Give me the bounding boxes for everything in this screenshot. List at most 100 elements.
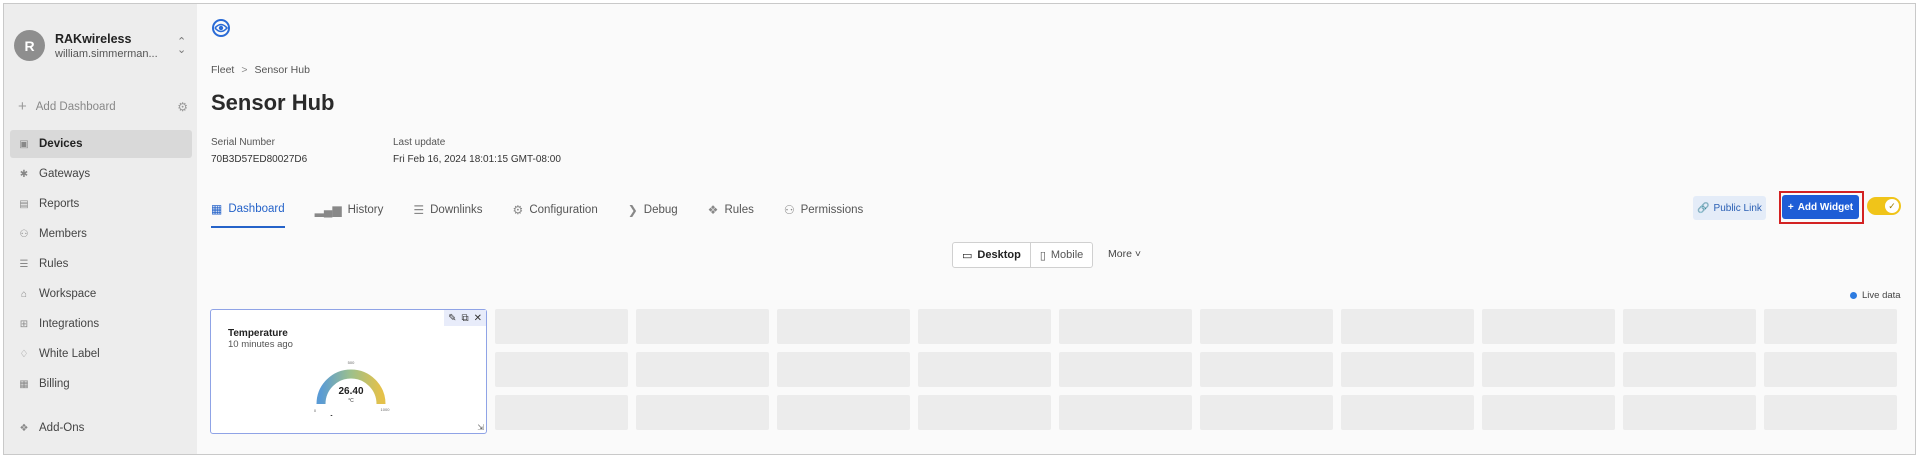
tab-label: Permissions: [800, 204, 864, 216]
bar-chart-icon: ▂▄▆: [314, 203, 342, 217]
sliders-icon: ☰: [413, 203, 425, 217]
widget-placeholder: [777, 352, 910, 387]
page-title: Sensor Hub: [211, 90, 335, 115]
public-link-label: Public Link: [1713, 202, 1762, 214]
sidebar-item-devices[interactable]: ▣ Devices: [10, 130, 192, 158]
widget-placeholder: [1341, 395, 1474, 430]
sidebar-item-integrations[interactable]: ⊞ Integrations: [10, 310, 192, 338]
live-data-indicator: Live data: [1850, 290, 1901, 301]
tab-downlinks[interactable]: ☰ Downlinks: [413, 192, 482, 228]
gauge-unit: °C: [348, 398, 354, 404]
last-update-label: Last update: [393, 137, 446, 148]
tab-label: Configuration: [529, 204, 598, 216]
chevron-updown-icon[interactable]: ⌃ ⌄: [177, 36, 186, 55]
tag-icon: ♢: [19, 348, 29, 360]
sidebar-item-label: Workspace: [39, 288, 97, 300]
sidebar-item-reports[interactable]: ▤ Reports: [10, 190, 192, 218]
add-dashboard-button[interactable]: + Add Dashboard ⚙: [18, 98, 188, 115]
widget-placeholder: [777, 395, 910, 430]
resize-handle-icon[interactable]: ⇲: [477, 423, 484, 432]
more-label: More: [1108, 248, 1132, 260]
breadcrumb-current: Sensor Hub: [254, 64, 310, 76]
sidebar-item-billing[interactable]: ▦ Billing: [10, 370, 192, 398]
tab-rules[interactable]: ❖ Rules: [708, 192, 754, 228]
add-widget-label: Add Widget: [1797, 201, 1854, 213]
plus-icon: +: [18, 98, 27, 115]
app-window: R RAKwireless william.simmerman... ⌃ ⌄ + …: [3, 3, 1916, 455]
temperature-gauge: 26.40 °C 500 0 1000: [314, 360, 390, 416]
sidebar-item-members[interactable]: ⚇ Members: [10, 220, 192, 248]
users-icon: ⚇: [783, 203, 795, 217]
home-icon: ⌂: [20, 288, 28, 300]
temperature-widget[interactable]: ✎ ⧉ ✕ Temperature 10 minutes ago 26.40 °…: [210, 309, 487, 434]
widget-placeholder: [1764, 309, 1897, 344]
widget-placeholder: [918, 352, 1051, 387]
gauge-value: 26.40: [338, 386, 363, 397]
serial-number-label: Serial Number: [211, 137, 275, 148]
widget-placeholder: [1623, 309, 1756, 344]
widget-placeholder: [1200, 395, 1333, 430]
sidebar: R RAKwireless william.simmerman... ⌃ ⌄ + …: [4, 4, 197, 454]
breadcrumb: Fleet > Sensor Hub: [211, 64, 310, 76]
tab-history[interactable]: ▂▄▆ History: [315, 192, 384, 228]
sidebar-item-gateways[interactable]: ✱ Gateways: [10, 160, 192, 188]
tab-bar: ▦ Dashboard ▂▄▆ History ☰ Downlinks ⚙ Config…: [211, 192, 893, 228]
tab-permissions[interactable]: ⚇ Permissions: [784, 192, 863, 228]
org-email: william.simmerman...: [55, 47, 158, 60]
sidebar-item-white-label[interactable]: ♢ White Label: [10, 340, 192, 368]
sidebar-item-add-ons[interactable]: ❖ Add-Ons: [10, 414, 192, 442]
widget-placeholder: [918, 395, 1051, 430]
rss-icon: ❯: [627, 203, 638, 217]
edit-icon[interactable]: ✎: [448, 313, 456, 324]
mobile-view-button[interactable]: ▯ Mobile: [1031, 243, 1092, 267]
link-icon: 🔗: [1697, 202, 1710, 214]
desktop-label: Desktop: [977, 249, 1021, 261]
breadcrumb-fleet[interactable]: Fleet: [211, 64, 234, 76]
tab-label: Dashboard: [228, 203, 285, 215]
serial-number-value: 70B3D57ED80027D6: [211, 154, 308, 165]
sidebar-item-rules[interactable]: ☰ Rules: [10, 250, 192, 278]
table-icon: ▦: [211, 202, 223, 216]
gauge-mid-label: 500: [348, 360, 355, 365]
sidebar-item-workspace[interactable]: ⌂ Workspace: [10, 280, 192, 308]
desktop-view-button[interactable]: ▭ Desktop: [953, 243, 1031, 267]
tab-debug[interactable]: ❯ Debug: [628, 192, 678, 228]
sidebar-item-label: Devices: [39, 138, 83, 150]
sidebar-item-label: Integrations: [39, 318, 100, 330]
copy-icon[interactable]: ⧉: [461, 313, 468, 324]
public-link-button[interactable]: 🔗 Public Link: [1693, 196, 1766, 220]
gear-icon[interactable]: ⚙: [177, 100, 188, 114]
widget-placeholder: [1341, 309, 1474, 344]
widget-placeholder: [1059, 352, 1192, 387]
tab-configuration[interactable]: ⚙ Configuration: [513, 192, 598, 228]
widget-placeholder: [1623, 395, 1756, 430]
live-dot-icon: [1850, 292, 1857, 299]
sidebar-item-label: Members: [39, 228, 87, 240]
main-content: Fleet > Sensor Hub Sensor Hub Serial Num…: [197, 4, 1915, 454]
tab-dashboard[interactable]: ▦ Dashboard: [211, 192, 285, 228]
phone-icon: ▯: [1039, 249, 1046, 262]
report-icon: ▤: [19, 198, 29, 210]
last-update-value: Fri Feb 16, 2024 18:01:15 GMT-08:00: [393, 154, 561, 165]
add-widget-button[interactable]: + Add Widget: [1782, 195, 1859, 219]
widget-placeholder: [1764, 352, 1897, 387]
monitor-icon: ▭: [962, 249, 973, 262]
sidebar-item-label: Reports: [39, 198, 80, 210]
widget-placeholder: [636, 395, 769, 430]
widget-placeholder: [1764, 395, 1897, 430]
more-menu-button[interactable]: More ˅: [1108, 248, 1141, 260]
widget-placeholder: [918, 309, 1051, 344]
gateway-icon: ✱: [19, 168, 29, 180]
widget-placeholder: [1200, 309, 1333, 344]
sidebar-item-label: Gateways: [39, 168, 91, 180]
widget-placeholder: [1482, 352, 1615, 387]
gauge-min-label: 0: [314, 408, 317, 413]
close-icon[interactable]: ✕: [474, 313, 482, 324]
edit-mode-toggle[interactable]: ✓: [1867, 197, 1901, 215]
widget-placeholder: [1482, 309, 1615, 344]
gear-icon: ⚙: [512, 203, 524, 217]
org-switcher[interactable]: R RAKwireless william.simmerman... ⌃ ⌄: [14, 30, 190, 61]
widget-placeholder: [495, 309, 628, 344]
avatar: R: [14, 30, 45, 61]
widget-placeholder: [1059, 395, 1192, 430]
